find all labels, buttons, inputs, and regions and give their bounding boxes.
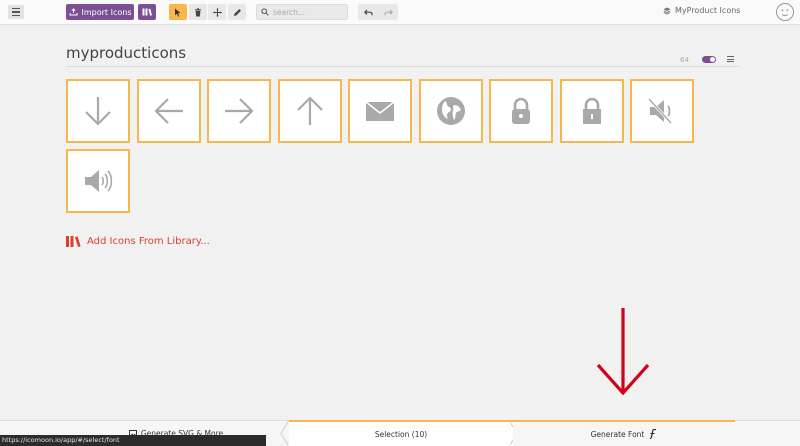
project-menu[interactable]: MyProduct Icons [663, 6, 740, 15]
glyph-cell[interactable] [66, 79, 130, 143]
smiley-icon [781, 9, 789, 16]
undo-button[interactable] [358, 4, 378, 20]
pencil-icon [233, 8, 241, 16]
add-icons-label: Add Icons From Library... [87, 236, 210, 247]
icon-set-title[interactable]: myproducticons [66, 44, 186, 62]
history-controls [358, 4, 398, 20]
top-toolbar: Import Icons MyProduct Icons [0, 0, 800, 25]
mail-icon [365, 101, 395, 121]
glyph-cell[interactable] [630, 79, 694, 143]
glyph-cell[interactable] [348, 79, 412, 143]
redo-button[interactable] [378, 4, 398, 20]
font-icon [650, 429, 657, 439]
glyph-cell[interactable] [489, 79, 553, 143]
glyph-cell[interactable] [66, 149, 130, 213]
redo-icon [383, 9, 393, 15]
edit-tool-button[interactable] [228, 4, 246, 20]
set-menu-button[interactable] [727, 56, 734, 62]
selection-label: Selection (10) [374, 429, 428, 439]
user-avatar[interactable] [776, 3, 794, 21]
cursor-icon [175, 8, 181, 17]
trash-icon [195, 7, 201, 16]
set-divider [66, 66, 740, 67]
project-name: MyProduct Icons [675, 6, 741, 15]
arrow-down-icon [85, 97, 111, 126]
layers-icon [663, 7, 671, 15]
undo-icon [363, 9, 373, 15]
lock-round-icon [512, 97, 530, 124]
move-icon [212, 7, 222, 17]
search-input[interactable] [273, 7, 343, 17]
move-tool-button[interactable] [208, 4, 226, 20]
generate-font-label: Generate Font [590, 429, 645, 439]
glyph-cell[interactable] [207, 79, 271, 143]
selection-tab[interactable]: Selection (10) [289, 420, 513, 446]
volume-mute-icon [647, 97, 673, 125]
library-icon [142, 8, 152, 16]
grid-toggle[interactable] [702, 56, 716, 63]
select-tool-button[interactable] [169, 4, 187, 20]
delete-tool-button[interactable] [189, 4, 207, 20]
icon-library-button[interactable] [138, 4, 156, 20]
add-icons-from-library-link[interactable]: Add Icons From Library... [66, 236, 210, 247]
arrow-up-icon [297, 96, 323, 125]
glyph-cell[interactable] [419, 79, 483, 143]
grid-size-value: 64 [680, 56, 689, 64]
tab-chevron-icon [280, 421, 289, 446]
search-icon [261, 8, 269, 16]
arrow-right-icon [225, 98, 254, 124]
earth-icon [437, 97, 465, 125]
search-box[interactable] [256, 4, 348, 20]
annotation-arrow-icon [596, 308, 650, 395]
import-icons-label: Import Icons [81, 7, 132, 17]
glyph-cell[interactable] [278, 79, 342, 143]
glyph-cell[interactable] [560, 79, 624, 143]
import-icons-button[interactable]: Import Icons [66, 4, 134, 20]
lock-icon [583, 97, 601, 124]
status-url: https://icomoon.io/app/#/select/font [0, 435, 266, 446]
library-icon [66, 236, 81, 247]
generate-font-tab[interactable]: Generate Font [513, 420, 735, 446]
main-menu-button[interactable] [8, 5, 24, 19]
arrow-left-icon [154, 98, 183, 124]
upload-icon [69, 8, 77, 16]
glyph-cell[interactable] [137, 79, 201, 143]
volume-high-icon [85, 170, 113, 192]
